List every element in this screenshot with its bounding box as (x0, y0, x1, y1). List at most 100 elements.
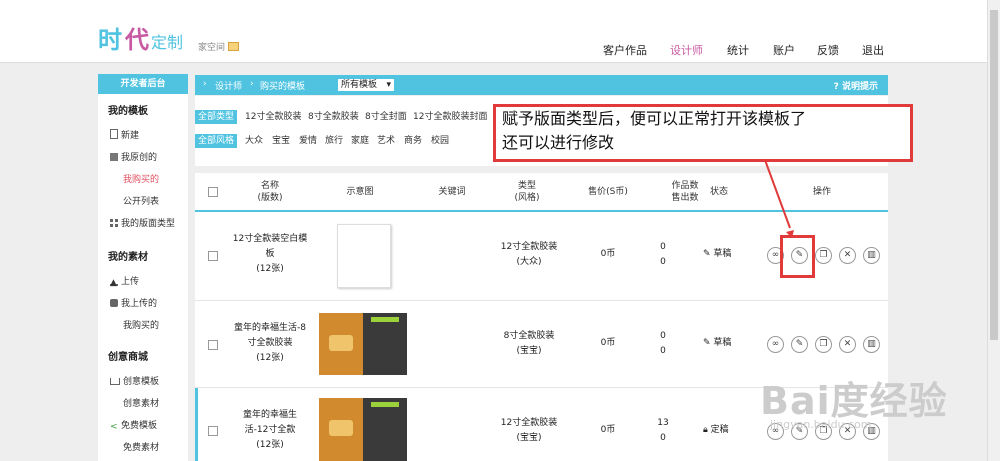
sidebar-item-label: 创意素材 (123, 399, 160, 409)
filter-type-8-cover[interactable]: 8寸全封面 (365, 110, 407, 124)
thumbnail-banner (371, 317, 399, 322)
sidebar-item-label: 新建 (121, 131, 140, 141)
delete-button[interactable]: ▥ (863, 247, 880, 264)
filter-style-campus[interactable]: 校园 (431, 134, 449, 148)
nav-logout[interactable]: 退出 (862, 42, 884, 58)
row-status: 🔒︎ 定稿 (703, 423, 743, 438)
site-logo[interactable]: 时 代 定制 (98, 18, 188, 56)
image-icon (110, 153, 118, 161)
tools-icon: ✕ (843, 339, 852, 349)
copy-button[interactable]: ❐ (815, 247, 832, 264)
filter-type-12-full[interactable]: 12寸全款胶装 (245, 110, 301, 124)
copy-button[interactable]: ❐ (815, 336, 832, 353)
svg-text:定制: 定制 (151, 33, 183, 52)
edit-button[interactable]: ✎ (791, 336, 808, 353)
delete-button[interactable]: ▥ (863, 336, 880, 353)
row-type: 8寸全款胶装 (宝宝) (503, 331, 555, 356)
col-actions: 操作 (812, 187, 831, 197)
filter-style-baby[interactable]: 宝宝 (272, 134, 290, 148)
sidebar-item-label: 我购买的 (123, 321, 160, 331)
filter-type-8-full[interactable]: 8寸全款胶装 (308, 110, 359, 124)
edit-note-icon: ✎ (703, 249, 714, 259)
sidebar-item-layout-types[interactable]: 我的版面类型 (110, 216, 175, 229)
sidebar-item-label: 我购买的 (123, 175, 160, 185)
sidebar-item-creative-templates[interactable]: 创意模板 (110, 374, 159, 387)
sidebar-item-upload[interactable]: ▲ 上传 (110, 274, 139, 288)
sidebar-item-my-uploads[interactable]: 我上传的 (110, 296, 157, 309)
filter-style-business[interactable]: 商务 (404, 134, 422, 148)
filter-style-family[interactable]: 家庭 (351, 134, 369, 148)
user-name[interactable]: 家空间 (198, 40, 240, 53)
watermark-url: jingyan.baidu.com (770, 418, 872, 431)
sidebar-item-public-list[interactable]: 公开列表 (123, 194, 159, 207)
thumbnail-photo (329, 335, 353, 351)
nav-designer[interactable]: 设计师 (670, 42, 703, 58)
sidebar-item-new[interactable]: 新建 (110, 128, 139, 141)
watermark-logo: Bai度经验 (760, 379, 948, 423)
row-status-label: 定稿 (710, 425, 729, 435)
template-thumbnail[interactable] (337, 224, 391, 288)
row-status: ✎ 草稿 (703, 336, 743, 351)
sidebar-item-label: 公开列表 (123, 197, 160, 207)
template-thumbnail[interactable] (319, 398, 407, 461)
row-name[interactable]: 童年的幸福生活-8 寸全款胶装 (12张) (230, 321, 310, 366)
thumbnail-dark-page (363, 313, 407, 375)
sidebar-item-label: 我上传的 (121, 299, 158, 309)
row-name[interactable]: 12寸全款装空白模 板 (12张) (230, 232, 310, 277)
svg-text:时: 时 (98, 26, 122, 54)
row-price: 0币 (600, 338, 616, 348)
breadcrumb-designer[interactable]: 设计师 (215, 79, 242, 92)
link-button[interactable]: ∞ (767, 336, 784, 353)
nav-customer-works[interactable]: 客户作品 (603, 42, 647, 58)
scrollbar-thumb[interactable] (990, 10, 998, 340)
sidebar-item-free-templates[interactable]: < 免费模板 (110, 418, 158, 432)
row-checkbox[interactable] (208, 251, 218, 261)
file-icon (110, 129, 118, 139)
sidebar-item-label: 免费模板 (121, 421, 158, 431)
filter-style-public[interactable]: 大众 (245, 134, 263, 148)
sidebar-item-creative-materials[interactable]: 创意素材 (123, 396, 159, 409)
svg-text:代: 代 (124, 26, 149, 54)
filter-style-love[interactable]: 爱情 (299, 134, 317, 148)
nav-stats[interactable]: 统计 (727, 42, 749, 58)
sidebar-item-label: 创意模板 (123, 377, 160, 387)
tools-icon: ✕ (843, 250, 852, 260)
sidebar-item-original[interactable]: 我原创的 (110, 150, 157, 163)
annotation-highlight-box (780, 235, 815, 278)
pencil-icon: ✎ (795, 339, 804, 349)
template-filter-select[interactable]: 所有模板 ▾ (338, 79, 394, 91)
settings-button[interactable]: ✕ (839, 247, 856, 264)
row-checkbox[interactable] (208, 426, 218, 436)
nav-feedback[interactable]: 反馈 (817, 42, 839, 58)
select-all-checkbox[interactable] (208, 187, 218, 197)
upload-icon: ▲ (110, 278, 118, 288)
chevron-right-icon: › (203, 79, 207, 89)
sidebar-item-purchased-materials[interactable]: 我购买的 (123, 318, 159, 331)
breadcrumb-purchased-templates[interactable]: 购买的模板 (260, 79, 305, 92)
scrollbar[interactable] (987, 0, 1000, 461)
trash-icon: ▥ (867, 339, 876, 349)
header: 时 代 定制 家空间 客户作品 设计师 统计 账户 反馈 退出 (0, 0, 988, 63)
filter-type-12-full-cover[interactable]: 12寸全款胶装封面 (413, 110, 487, 124)
row-status-label: 草稿 (713, 249, 732, 259)
sidebar-title: 开发者后台 (98, 74, 188, 94)
filter-type-all[interactable]: 全部类型 (195, 110, 238, 124)
grid-icon (110, 219, 118, 227)
thumbnail-banner (371, 402, 399, 407)
row-name[interactable]: 童年的幸福生 活-12寸全款 (12张) (230, 408, 310, 453)
col-name: 名称 (版数) (257, 181, 283, 203)
row-checkbox[interactable] (208, 340, 218, 350)
help-link[interactable]: ? 说明提示 (834, 79, 878, 92)
filter-style-travel[interactable]: 旅行 (325, 134, 343, 148)
sidebar-item-purchased[interactable]: 我购买的 (123, 172, 159, 185)
row-counts: 13 0 (657, 418, 669, 443)
sidebar-item-free-materials[interactable]: 免费素材 (123, 440, 159, 453)
filter-style-art[interactable]: 艺术 (377, 134, 395, 148)
mail-icon[interactable] (228, 42, 240, 51)
thumbnail-dark-page (363, 398, 407, 461)
user-name-label: 家空间 (198, 43, 226, 53)
filter-style-all[interactable]: 全部风格 (195, 134, 238, 148)
settings-button[interactable]: ✕ (839, 336, 856, 353)
template-thumbnail[interactable] (319, 313, 407, 375)
nav-account[interactable]: 账户 (773, 42, 795, 58)
